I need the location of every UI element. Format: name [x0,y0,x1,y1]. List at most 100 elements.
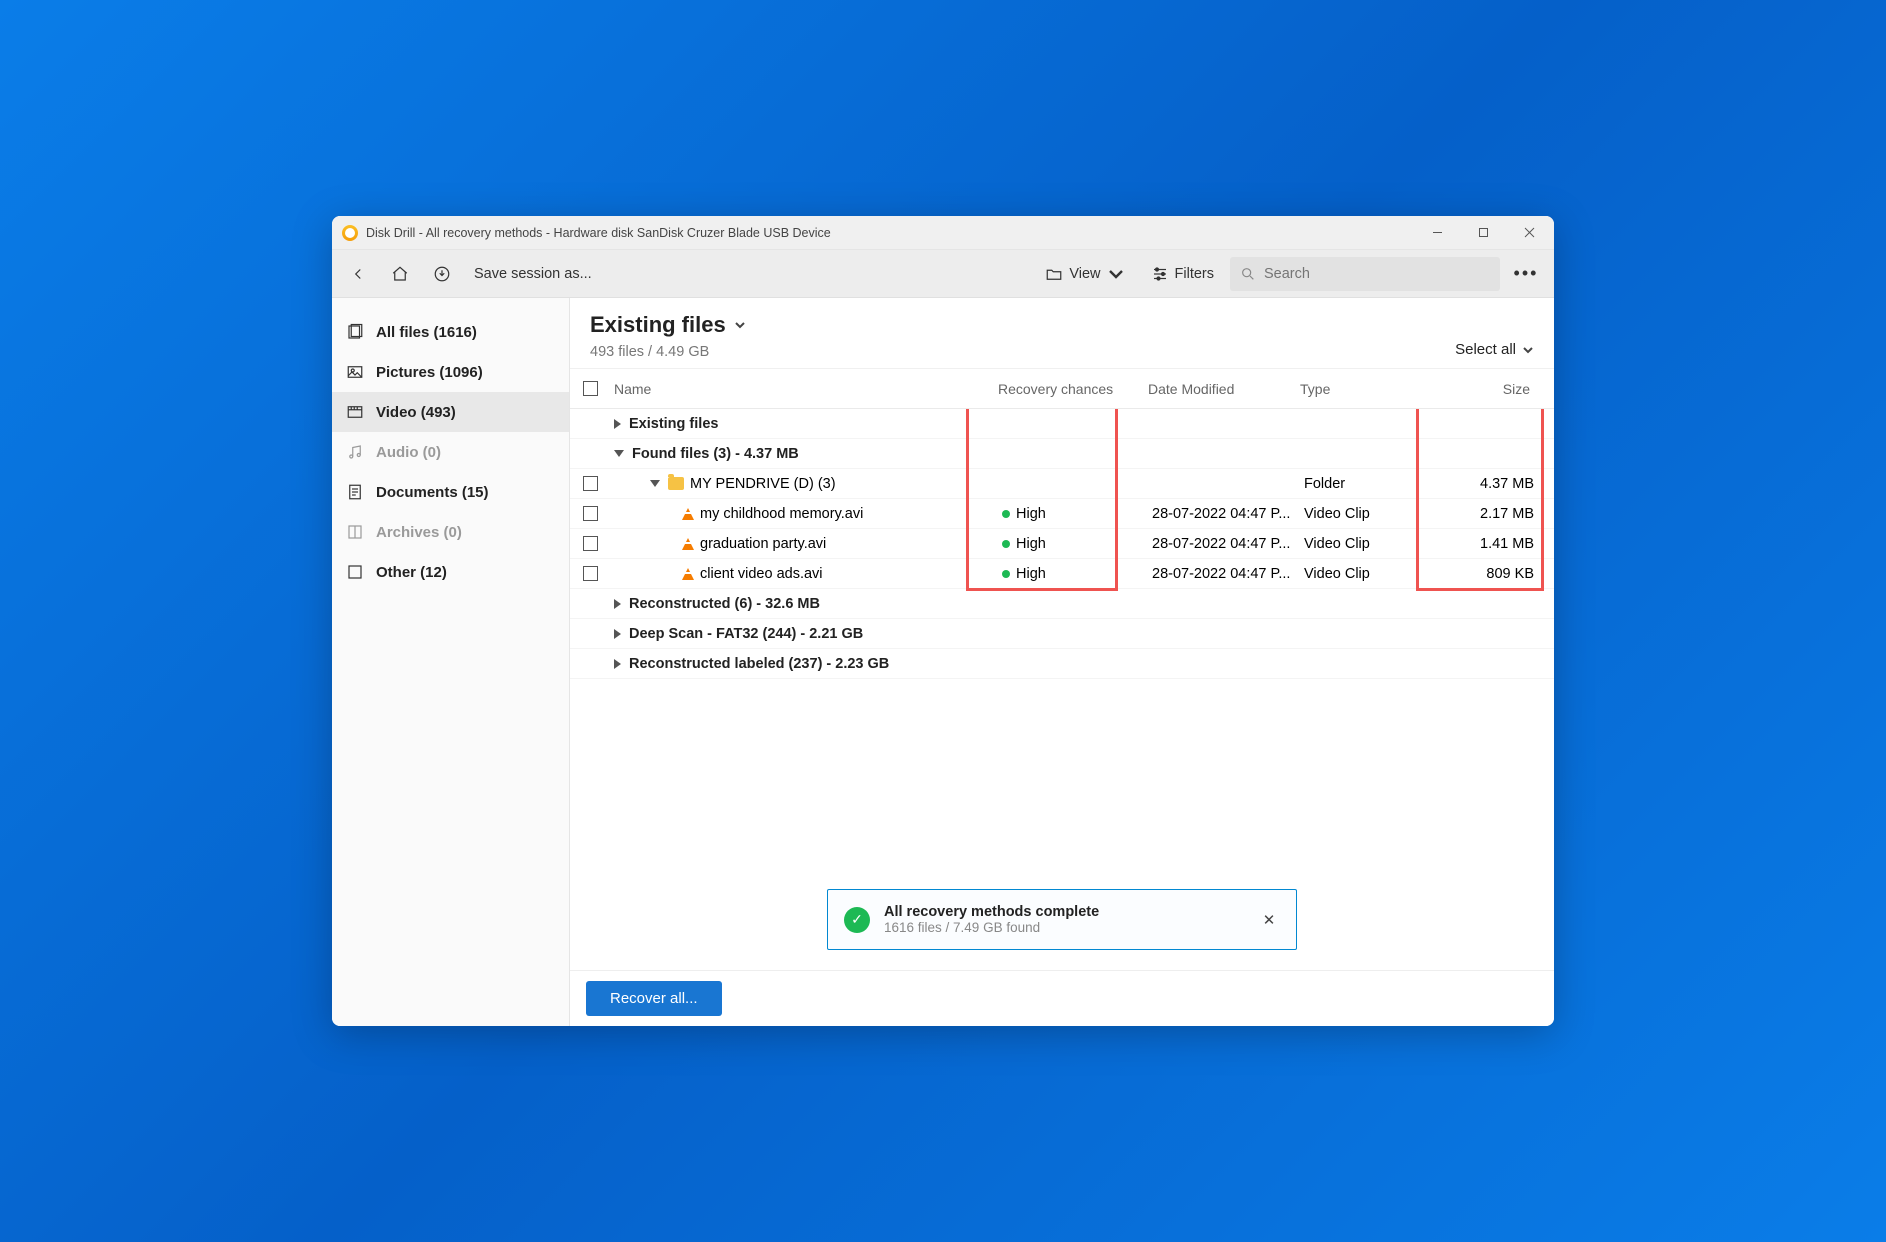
notification-close-button[interactable]: ✕ [1258,909,1280,931]
size-cell: 809 KB [1434,566,1554,582]
save-icon[interactable] [424,256,460,292]
recover-all-button[interactable]: Recover all... [586,981,722,1016]
audio-icon [346,443,364,461]
row-checkbox[interactable] [583,536,598,551]
folder-icon [1045,265,1063,283]
minimize-button[interactable] [1414,216,1460,250]
recovery-label: High [1016,506,1046,522]
type-cell: Video Clip [1304,566,1434,582]
row-checkbox[interactable] [583,506,598,521]
select-all-label: Select all [1455,341,1516,358]
col-type[interactable]: Type [1300,381,1430,397]
folder-row-pendrive[interactable]: MY PENDRIVE (D) (3) Folder 4.37 MB [570,469,1554,499]
documents-icon [346,483,364,501]
chevron-down-icon [734,319,746,331]
archives-icon [346,523,364,541]
file-row[interactable]: my childhood memory.avi High 28-07-2022 … [570,499,1554,529]
sidebar-video[interactable]: Video (493) [332,392,569,432]
sidebar-pictures[interactable]: Pictures (1096) [332,352,569,392]
success-icon: ✓ [844,907,870,933]
pictures-icon [346,363,364,381]
file-row[interactable]: graduation party.avi High 28-07-2022 04:… [570,529,1554,559]
recovery-label: High [1016,566,1046,582]
search-input[interactable] [1264,266,1490,282]
col-size[interactable]: Size [1430,381,1550,397]
files-icon [346,323,364,341]
app-window: Disk Drill - All recovery methods - Hard… [332,216,1554,1026]
status-dot-high [1002,570,1010,578]
expand-icon[interactable] [614,659,621,669]
back-button[interactable] [340,256,376,292]
collapse-icon[interactable] [614,450,624,457]
group-label: Found files (3) - 4.37 MB [632,446,799,462]
type-cell: Video Clip [1304,506,1434,522]
sidebar-item-label: Archives (0) [376,524,462,541]
sliders-icon [1151,265,1169,283]
more-button[interactable]: ••• [1506,256,1546,292]
sidebar-audio[interactable]: Audio (0) [332,432,569,472]
select-all-button[interactable]: Select all [1455,341,1534,358]
expand-icon[interactable] [614,419,621,429]
expand-icon[interactable] [614,629,621,639]
date-cell: 28-07-2022 04:47 P... [1152,536,1304,552]
window-controls [1414,216,1552,250]
search-box[interactable] [1230,257,1500,291]
group-label: Deep Scan - FAT32 (244) - 2.21 GB [629,626,863,642]
page-subtitle: 493 files / 4.49 GB [590,344,1534,360]
sidebar-other[interactable]: Other (12) [332,552,569,592]
status-dot-high [1002,510,1010,518]
file-tree[interactable]: Existing files Found files (3) - 4.37 MB [570,409,1554,970]
view-dropdown[interactable]: View [1035,259,1134,289]
group-label: Reconstructed labeled (237) - 2.23 GB [629,656,889,672]
group-deep-scan[interactable]: Deep Scan - FAT32 (244) - 2.21 GB [570,619,1554,649]
window-title: Disk Drill - All recovery methods - Hard… [366,226,1414,240]
filters-button[interactable]: Filters [1141,259,1224,289]
sidebar-archives[interactable]: Archives (0) [332,512,569,552]
chevron-down-icon [1107,265,1125,283]
collapse-icon[interactable] [650,480,660,487]
video-icon [346,403,364,421]
size-cell: 2.17 MB [1434,506,1554,522]
type-cell: Folder [1304,476,1434,492]
notification-subtitle: 1616 files / 7.49 GB found [884,920,1244,935]
sidebar-item-label: Video (493) [376,404,456,421]
date-cell: 28-07-2022 04:47 P... [1152,566,1304,582]
row-checkbox[interactable] [583,566,598,581]
notification-title: All recovery methods complete [884,904,1244,920]
body: All files (1616) Pictures (1096) Video (… [332,298,1554,1026]
col-name[interactable]: Name [610,381,998,397]
video-file-icon [682,508,694,520]
home-button[interactable] [382,256,418,292]
main-title-dropdown[interactable]: Existing files [590,312,1534,338]
date-cell: 28-07-2022 04:47 P... [1152,506,1304,522]
file-name: client video ads.avi [700,566,823,582]
footer: Recover all... [570,970,1554,1026]
sidebar-all-files[interactable]: All files (1616) [332,312,569,352]
col-date[interactable]: Date Modified [1148,381,1300,397]
col-recovery[interactable]: Recovery chances [998,381,1148,397]
group-found[interactable]: Found files (3) - 4.37 MB [570,439,1554,469]
folder-icon [668,477,684,490]
sidebar: All files (1616) Pictures (1096) Video (… [332,298,570,1026]
select-all-checkbox[interactable] [583,381,598,396]
close-button[interactable] [1506,216,1552,250]
maximize-button[interactable] [1460,216,1506,250]
row-checkbox[interactable] [583,476,598,491]
chevron-down-icon [1522,344,1534,356]
app-icon [342,225,358,241]
size-cell: 1.41 MB [1434,536,1554,552]
group-reconstructed-labeled[interactable]: Reconstructed labeled (237) - 2.23 GB [570,649,1554,679]
file-name: my childhood memory.avi [700,506,863,522]
file-row[interactable]: client video ads.avi High 28-07-2022 04:… [570,559,1554,589]
view-label: View [1069,266,1100,282]
expand-icon[interactable] [614,599,621,609]
save-session-button[interactable]: Save session as... [466,266,600,282]
group-existing[interactable]: Existing files [570,409,1554,439]
titlebar: Disk Drill - All recovery methods - Hard… [332,216,1554,250]
sidebar-item-label: Other (12) [376,564,447,581]
group-label: Reconstructed (6) - 32.6 MB [629,596,820,612]
filters-label: Filters [1175,266,1214,282]
sidebar-documents[interactable]: Documents (15) [332,472,569,512]
group-reconstructed[interactable]: Reconstructed (6) - 32.6 MB [570,589,1554,619]
folder-name: MY PENDRIVE (D) (3) [690,476,836,492]
